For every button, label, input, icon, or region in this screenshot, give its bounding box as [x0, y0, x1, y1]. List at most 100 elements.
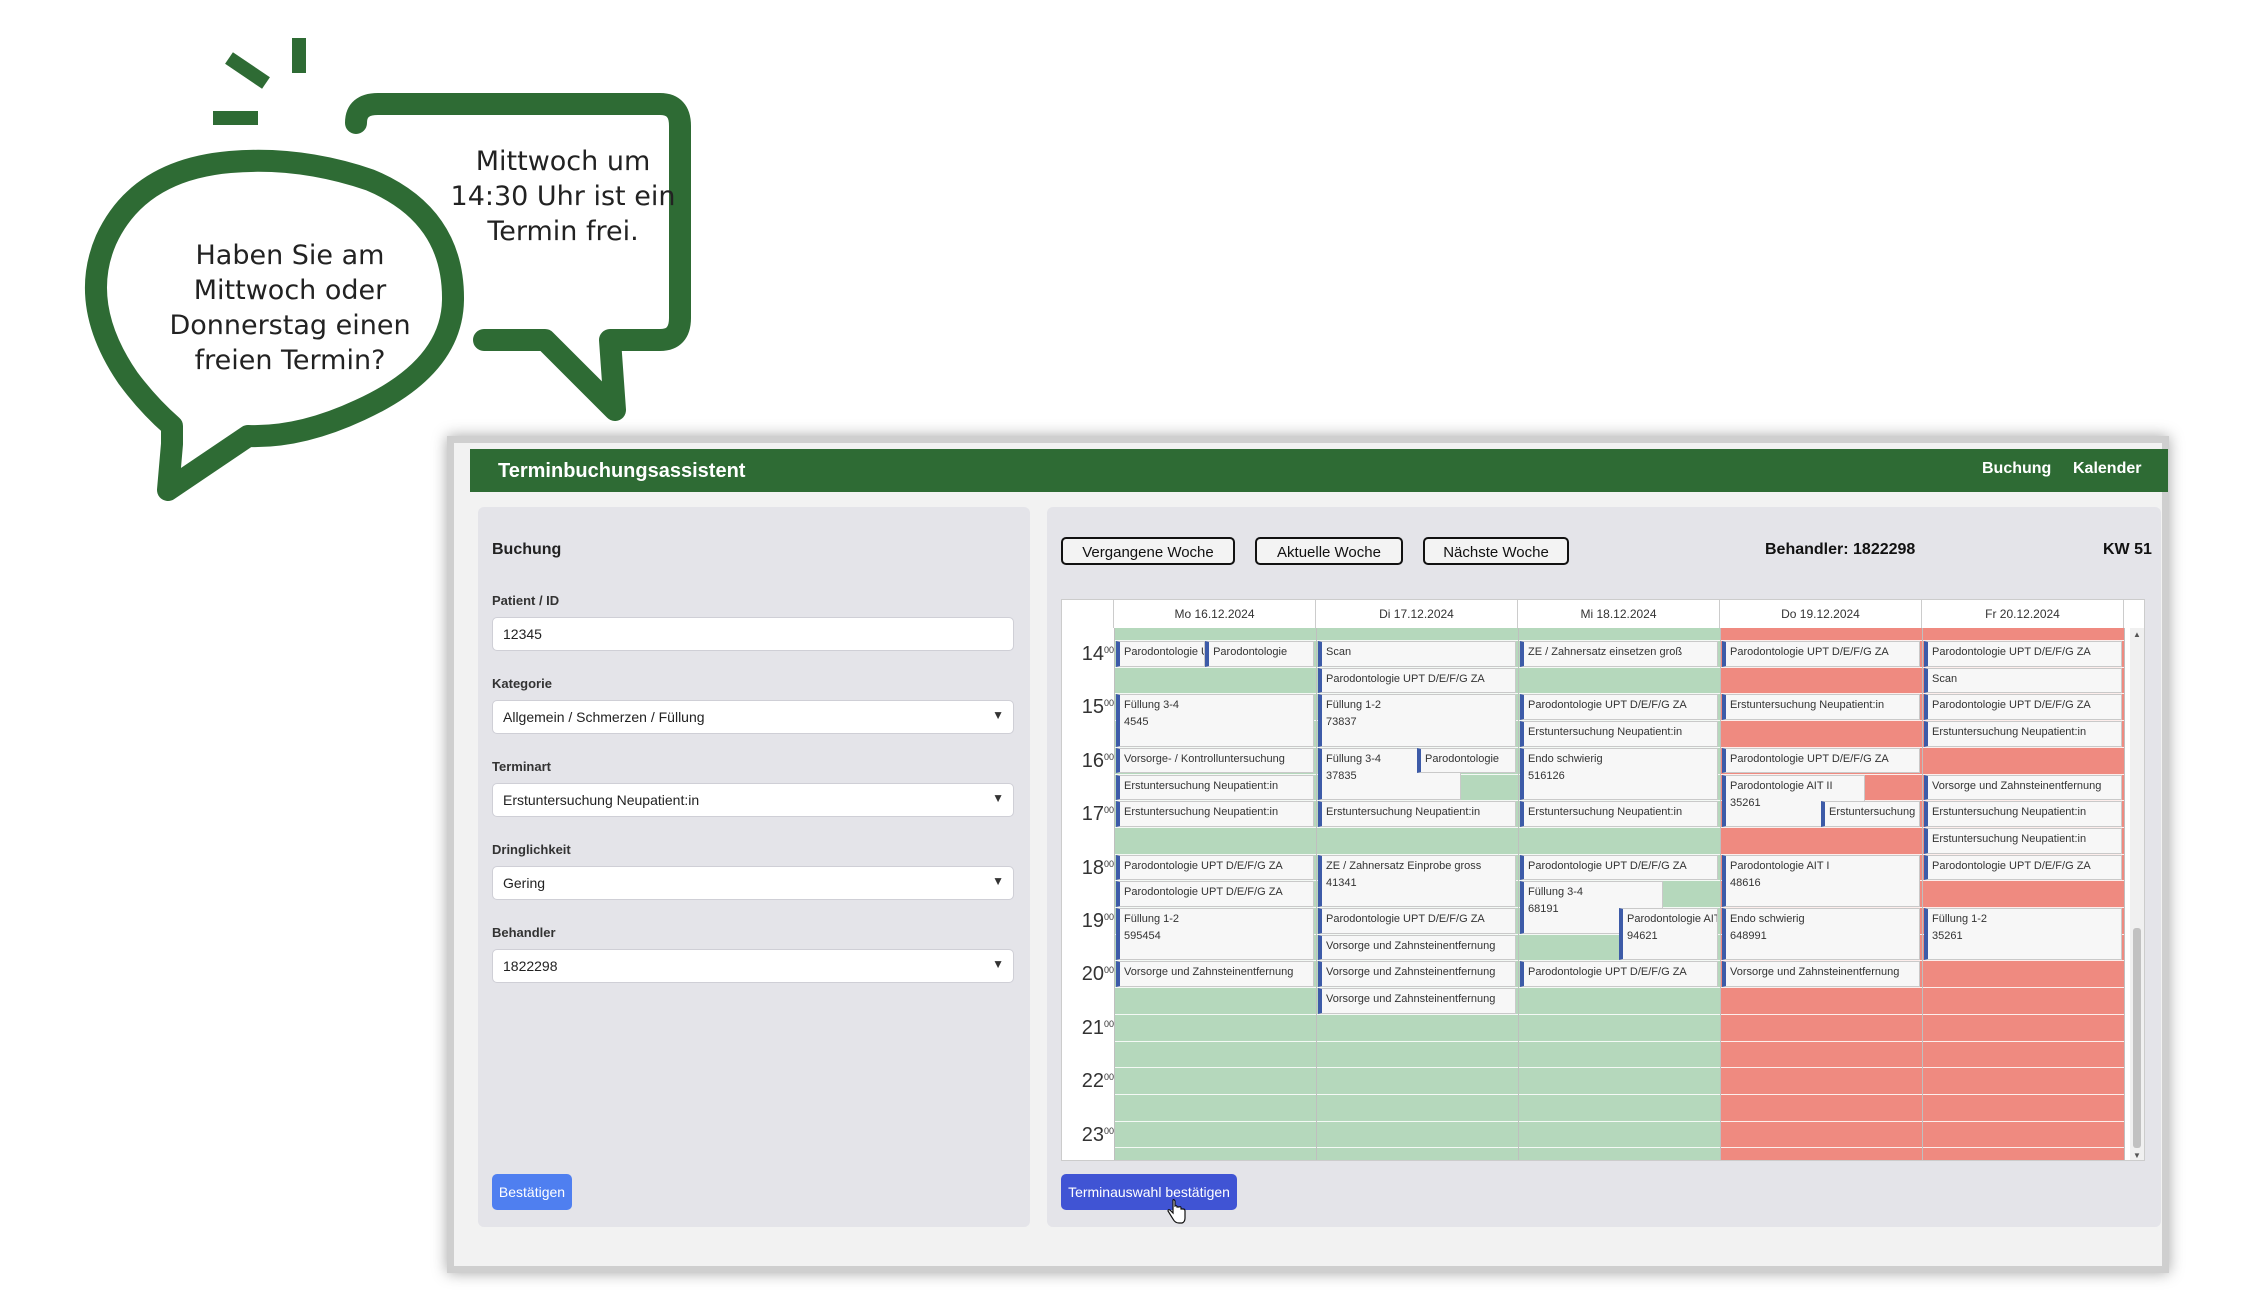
appointment[interactable]: Vorsorge und Zahnsteinentfernung	[1318, 961, 1516, 988]
time-column-header	[1062, 600, 1114, 628]
day-header: Mo 16.12.2024	[1114, 600, 1316, 628]
column-divider	[2124, 628, 2125, 1160]
appointment[interactable]: Parodontologie UPT D/E/F/G ZA	[1520, 694, 1718, 721]
appointment[interactable]: Erstuntersuchung Neupatient:in	[1924, 721, 2122, 747]
answer-text: Mittwoch um 14:30 Uhr ist ein Termin fre…	[450, 146, 676, 247]
patient-id-input[interactable]: 12345	[492, 617, 1014, 651]
appointment[interactable]: Füllung 1-2 73837	[1318, 694, 1516, 747]
appointment[interactable]: Vorsorge und Zahnsteinentfernung	[1722, 961, 1920, 988]
confirm-slot-button[interactable]: Terminauswahl bestätigen	[1061, 1174, 1237, 1210]
kategorie-value: Allgemein / Schmerzen / Füllung	[503, 709, 705, 725]
navbar: Terminbuchungsassistent Buchung Kalender	[470, 449, 2168, 492]
appointment[interactable]: Füllung 3-4 4545	[1116, 694, 1314, 747]
nav-link-buchung[interactable]: Buchung	[1982, 460, 2051, 478]
terminart-select[interactable]: Erstuntersuchung Neupatient:in ▼	[492, 783, 1014, 817]
calendar-panel: Vergangene Woche Aktuelle Woche Nächste …	[1047, 507, 2161, 1227]
hand-cursor-icon	[1167, 1199, 1186, 1224]
slot-divider	[1114, 1040, 2124, 1042]
appointment[interactable]: Parodontologie UPT D/E/F/G ZA	[1116, 641, 1206, 667]
slot-divider	[1114, 1147, 2124, 1149]
hour-label: 2300	[1081, 1123, 1114, 1146]
dringlichkeit-select[interactable]: Gering ▼	[492, 866, 1014, 900]
appointment[interactable]: Parodontologie UPT D/E/F/G ZA	[1924, 854, 2122, 881]
hour-label: 1700	[1081, 803, 1114, 826]
day-header: Mi 18.12.2024	[1518, 600, 1720, 628]
appointment[interactable]: ZE / Zahnersatz Einprobe gross 41341	[1318, 854, 1516, 907]
column-divider	[1114, 628, 1115, 1160]
slot-divider	[1114, 1120, 2124, 1122]
hour-label: 1900	[1081, 910, 1114, 932]
behandler-select[interactable]: 1822298 ▼	[492, 949, 1014, 983]
chevron-down-icon: ▼	[992, 874, 1004, 888]
scroll-down-icon[interactable]: ▼	[2133, 1151, 2141, 1160]
current-week-button[interactable]: Aktuelle Woche	[1255, 537, 1403, 565]
hour-label: 1400	[1081, 643, 1114, 665]
patient-id-value: 12345	[503, 626, 542, 642]
calendar-scrollbar[interactable]: ▲ ▼	[2130, 628, 2144, 1160]
appointment[interactable]: Scan	[1924, 667, 2122, 694]
appointment[interactable]: Füllung 1-2 35261	[1924, 908, 2122, 961]
column-divider	[1922, 628, 1923, 1160]
calendar-week-label: KW 51	[2103, 541, 2152, 558]
behandler-label: Behandler	[492, 925, 556, 940]
column-divider	[1720, 628, 1721, 1160]
appointment[interactable]: Erstuntersuchung Neupatient:in	[1821, 801, 1920, 827]
appointment[interactable]: Vorsorge und Zahnsteinentfernung	[1116, 961, 1314, 988]
appointment[interactable]: Endo schwierig 516126	[1520, 747, 1718, 801]
appointment[interactable]: Parodontologie UPT D/E/F/G ZA	[1722, 641, 1920, 667]
kategorie-label: Kategorie	[492, 676, 552, 691]
appointment[interactable]: Erstuntersuchung Neupatient:in	[1318, 801, 1516, 827]
dringlichkeit-value: Gering	[503, 875, 546, 891]
confirm-booking-button[interactable]: Bestätigen	[492, 1174, 572, 1210]
appointment[interactable]: Scan	[1318, 641, 1516, 667]
appointment[interactable]: Vorsorge- / Kontrolluntersuchung	[1116, 747, 1314, 774]
appointment[interactable]: Füllung 1-2 595454	[1116, 908, 1314, 961]
appointment[interactable]: Erstuntersuchung Neupatient:in	[1924, 801, 2122, 827]
slot-divider	[1114, 1013, 2124, 1015]
appointment[interactable]: Vorsorge und Zahnsteinentfernung	[1318, 934, 1516, 961]
appointment[interactable]: Erstuntersuchung Neupatient:in	[1520, 801, 1718, 827]
appointment[interactable]: Parodontologie UPT D/E/F/G ZA	[1924, 694, 2122, 721]
appointment[interactable]: Parodontologie UPT D/E/F/G ZA	[1318, 908, 1516, 934]
kategorie-select[interactable]: Allgemein / Schmerzen / Füllung ▼	[492, 700, 1014, 734]
nav-link-kalender[interactable]: Kalender	[2073, 460, 2141, 478]
appointment[interactable]: Parodontologie UPT D/E/F/G ZA	[1116, 854, 1314, 881]
appointment[interactable]: Parodontologie UPT D/E/F/G ZA	[1722, 747, 1920, 774]
appointment[interactable]: Parodontologie	[1417, 747, 1516, 774]
scrollbar-thumb[interactable]	[2133, 928, 2141, 1148]
slot-divider	[1114, 1067, 2124, 1069]
appointment[interactable]: Erstuntersuchung Neupatient:in	[1722, 694, 1920, 721]
terminart-value: Erstuntersuchung Neupatient:in	[503, 792, 700, 808]
app-window: Terminbuchungsassistent Buchung Kalender…	[447, 436, 2169, 1273]
hour-label: 2000	[1081, 963, 1114, 986]
patient-id-label: Patient / ID	[492, 593, 560, 608]
hour-label: 1500	[1081, 696, 1114, 719]
day-header: Do 19.12.2024	[1720, 600, 1922, 628]
week-calendar: Mo 16.12.2024 Di 17.12.2024 Mi 18.12.2024 D…	[1061, 599, 2145, 1161]
appointment[interactable]: Parodontologie UPT D/E/F/G ZA	[1924, 641, 2122, 667]
appointment[interactable]: ZE / Zahnersatz einsetzen groß	[1520, 641, 1718, 667]
terminart-label: Terminart	[492, 759, 551, 774]
previous-week-button[interactable]: Vergangene Woche	[1061, 537, 1235, 565]
next-week-button[interactable]: Nächste Woche	[1423, 537, 1569, 565]
chevron-down-icon: ▼	[992, 791, 1004, 805]
appointment[interactable]: Parodontologie UPT D/E/F/G ZA	[1520, 961, 1718, 988]
hour-label: 2200	[1081, 1070, 1114, 1093]
question-text: Haben Sie am Mittwoch oder Donnerstag ei…	[169, 240, 411, 376]
appointment[interactable]: Vorsorge und Zahnsteinentfernung	[1924, 774, 2122, 801]
appointment[interactable]: Erstuntersuchung Neupatient:in	[1116, 801, 1314, 827]
appointment[interactable]: Parodontologie	[1205, 641, 1314, 667]
appointment[interactable]: Erstuntersuchung Neupatient:in	[1520, 721, 1718, 747]
column-divider	[1518, 628, 1519, 1160]
appointment[interactable]: Endo schwierig 648991	[1722, 908, 1920, 961]
appointment[interactable]: Parodontologie UPT D/E/F/G ZA	[1318, 667, 1516, 694]
booking-panel: Buchung Patient / ID 12345 Kategorie All…	[478, 507, 1030, 1227]
appointment[interactable]: Vorsorge und Zahnsteinentfernung	[1318, 988, 1516, 1014]
appointment[interactable]: Parodontologie AIT I 48616	[1722, 854, 1920, 907]
scroll-up-icon[interactable]: ▲	[2133, 630, 2141, 639]
appointment[interactable]: Parodontologie AIT I 94621	[1619, 908, 1718, 961]
appointment[interactable]: Erstuntersuchung Neupatient:in	[1116, 774, 1314, 801]
appointment[interactable]: Parodontologie UPT D/E/F/G ZA	[1520, 854, 1718, 881]
appointment[interactable]: Erstuntersuchung Neupatient:in	[1924, 827, 2122, 854]
appointment[interactable]: Parodontologie UPT D/E/F/G ZA	[1116, 881, 1314, 907]
